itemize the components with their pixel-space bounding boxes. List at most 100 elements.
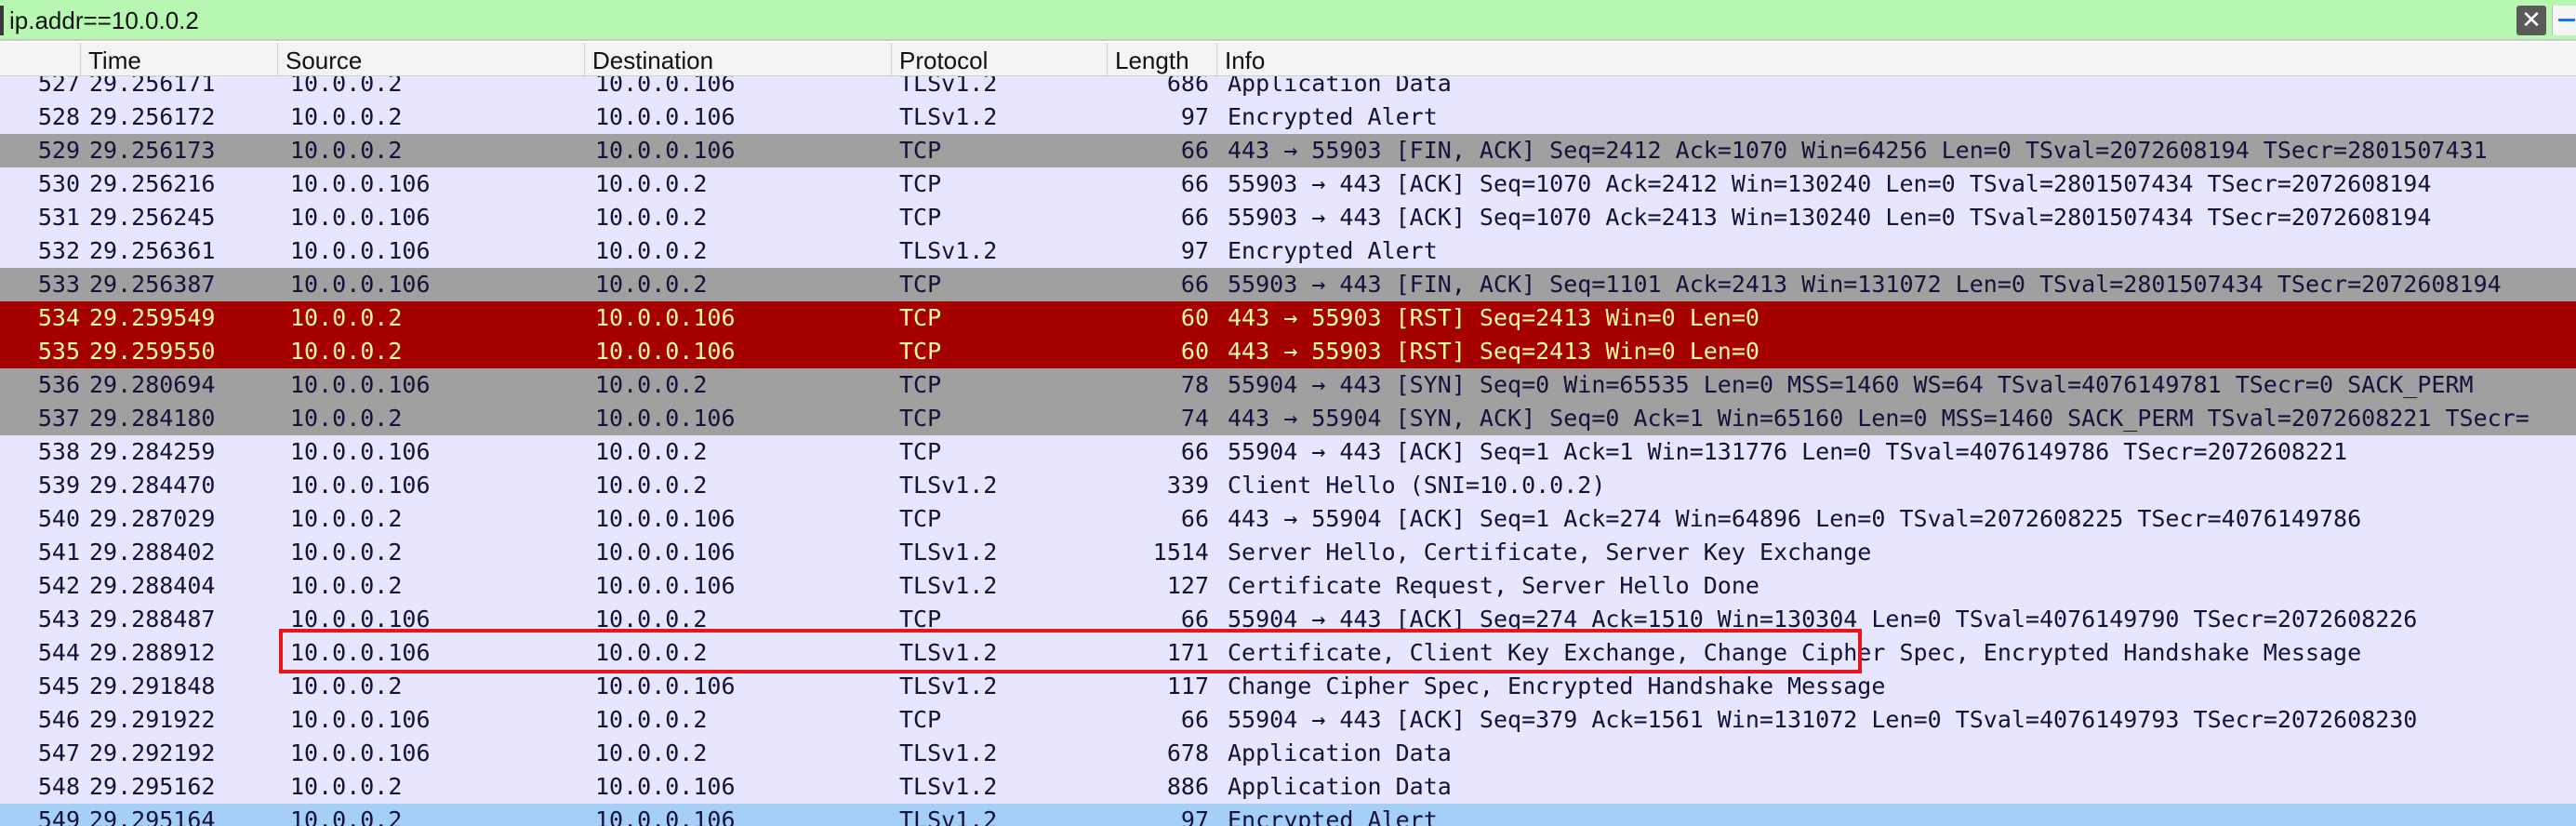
packet-row[interactable]: 535 29.259550 10.0.0.2 10.0.0.106 TCP 60 443 →… <box>0 335 2576 368</box>
packet-destination: 10.0.0.2 <box>595 170 708 197</box>
packet-destination: 10.0.0.2 <box>595 271 708 298</box>
packet-length: 127 <box>1166 572 1209 599</box>
packet-info: 443 → 55904 [SYN, ACK] Seq=0 Ack=1 Win=6… <box>1228 405 2530 432</box>
packet-row[interactable]: 532 29.256361 10.0.0.106 10.0.0.2 TLSv1.2 97 E… <box>0 234 2576 268</box>
packet-row[interactable]: 538 29.284259 10.0.0.106 10.0.0.2 TCP 66 55904… <box>0 435 2576 469</box>
packet-row[interactable]: 540 29.287029 10.0.0.2 10.0.0.106 TCP 66 443 →… <box>0 502 2576 536</box>
packet-row[interactable]: 547 29.292192 10.0.0.106 10.0.0.2 TLSv1.2 678… <box>0 737 2576 770</box>
packet-info: Application Data <box>1228 76 1452 97</box>
packet-destination: 10.0.0.2 <box>595 237 708 264</box>
packet-destination: 10.0.0.106 <box>595 76 736 97</box>
packet-number: 527 <box>37 76 80 97</box>
packet-info: Change Cipher Spec, Encrypted Handshake … <box>1228 673 1886 699</box>
packet-row[interactable]: 548 29.295162 10.0.0.2 10.0.0.106 TLSv1.2 886… <box>0 770 2576 804</box>
display-filter-bar: ✕ <box>0 0 2576 41</box>
packet-source: 10.0.0.2 <box>290 539 403 566</box>
packet-protocol: TCP <box>899 304 942 331</box>
packet-info: 55904 → 443 [ACK] Seq=274 Ack=1510 Win=1… <box>1228 606 2418 633</box>
packet-list[interactable]: 527 29.256171 10.0.0.2 10.0.0.106 TLSv1.2 686… <box>0 76 2576 826</box>
packet-row[interactable]: 549 29.295164 10.0.0.2 10.0.0.106 TLSv1.2 97 E… <box>0 804 2576 826</box>
packet-protocol: TCP <box>899 170 942 197</box>
packet-time: 29.280694 <box>89 371 216 398</box>
packet-source: 10.0.0.106 <box>290 371 431 398</box>
packet-time: 29.288404 <box>89 572 216 599</box>
packet-row[interactable]: 527 29.256171 10.0.0.2 10.0.0.106 TLSv1.2 686… <box>0 76 2576 100</box>
packet-time: 29.256387 <box>89 271 216 298</box>
packet-protocol: TLSv1.2 <box>899 806 998 826</box>
packet-length: 66 <box>1180 170 1209 197</box>
packet-row[interactable]: 543 29.288487 10.0.0.106 10.0.0.2 TCP 66 55904… <box>0 603 2576 636</box>
packet-number: 532 <box>37 237 80 264</box>
packet-info: Application Data <box>1228 773 1452 800</box>
packet-destination: 10.0.0.106 <box>595 304 736 331</box>
column-header-no[interactable] <box>0 43 80 76</box>
packet-length: 97 <box>1180 237 1209 264</box>
packet-source: 10.0.0.2 <box>290 137 403 164</box>
packet-source: 10.0.0.106 <box>290 438 431 465</box>
packet-rows: 527 29.256171 10.0.0.2 10.0.0.106 TLSv1.2 686… <box>0 76 2576 826</box>
packet-info: 443 → 55903 [RST] Seq=2413 Win=0 Len=0 <box>1228 338 1759 365</box>
packet-info: Encrypted Alert <box>1228 806 1438 826</box>
packet-protocol: TCP <box>899 338 942 365</box>
packet-length: 97 <box>1180 806 1209 826</box>
column-header-protocol[interactable]: Protocol <box>891 43 1107 76</box>
packet-time: 29.256173 <box>89 137 216 164</box>
packet-row[interactable]: 536 29.280694 10.0.0.106 10.0.0.2 TCP 78 55904… <box>0 368 2576 402</box>
packet-protocol: TLSv1.2 <box>899 639 998 666</box>
column-header-time[interactable]: Time <box>80 43 277 76</box>
packet-time: 29.288487 <box>89 606 216 633</box>
column-header-destination[interactable]: Destination <box>584 43 891 76</box>
packet-row[interactable]: 533 29.256387 10.0.0.106 10.0.0.2 TCP 66 55903… <box>0 268 2576 301</box>
packet-source: 10.0.0.2 <box>290 505 403 532</box>
packet-time: 29.284259 <box>89 438 216 465</box>
column-header-info[interactable]: Info <box>1216 43 2576 76</box>
packet-info: 443 → 55903 [FIN, ACK] Seq=2412 Ack=1070… <box>1228 137 2488 164</box>
packet-row[interactable]: 544 29.288912 10.0.0.106 10.0.0.2 TLSv1.2 171… <box>0 636 2576 670</box>
packet-row[interactable]: 537 29.284180 10.0.0.2 10.0.0.106 TCP 74 443 →… <box>0 402 2576 435</box>
packet-length: 66 <box>1180 271 1209 298</box>
packet-number: 540 <box>37 505 80 532</box>
packet-number: 530 <box>37 170 80 197</box>
packet-destination: 10.0.0.106 <box>595 539 736 566</box>
packet-protocol: TCP <box>899 438 942 465</box>
packet-row[interactable]: 528 29.256172 10.0.0.2 10.0.0.106 TLSv1.2 97 E… <box>0 100 2576 134</box>
column-header-source[interactable]: Source <box>277 43 584 76</box>
packet-length: 686 <box>1166 76 1209 97</box>
packet-destination: 10.0.0.106 <box>595 338 736 365</box>
packet-info: 55903 → 443 [ACK] Seq=1070 Ack=2413 Win=… <box>1228 204 2432 231</box>
packet-row[interactable]: 529 29.256173 10.0.0.2 10.0.0.106 TCP 66 443 →… <box>0 134 2576 167</box>
packet-row[interactable]: 534 29.259549 10.0.0.2 10.0.0.106 TCP 60 443 →… <box>0 301 2576 335</box>
packet-length: 66 <box>1180 706 1209 733</box>
packet-destination: 10.0.0.106 <box>595 405 736 432</box>
packet-info: Certificate Request, Server Hello Done <box>1228 572 1759 599</box>
packet-number: 543 <box>37 606 80 633</box>
packet-info: 55904 → 443 [ACK] Seq=1 Ack=1 Win=131776… <box>1228 438 2348 465</box>
packet-number: 549 <box>37 806 80 826</box>
display-filter-input[interactable] <box>9 0 2502 41</box>
packet-protocol: TCP <box>899 137 942 164</box>
packet-time: 29.287029 <box>89 505 216 532</box>
packet-row[interactable]: 539 29.284470 10.0.0.106 10.0.0.2 TLSv1.2 339… <box>0 469 2576 502</box>
packet-row[interactable]: 531 29.256245 10.0.0.106 10.0.0.2 TCP 66 55903… <box>0 201 2576 234</box>
packet-source: 10.0.0.2 <box>290 773 403 800</box>
packet-protocol: TLSv1.2 <box>899 739 998 766</box>
packet-length: 171 <box>1166 639 1209 666</box>
column-header-length[interactable]: Length <box>1107 43 1216 76</box>
packet-row[interactable]: 542 29.288404 10.0.0.2 10.0.0.106 TLSv1.2 127… <box>0 569 2576 603</box>
packet-info: 443 → 55903 [RST] Seq=2413 Win=0 Len=0 <box>1228 304 1759 331</box>
packet-info: 55904 → 443 [SYN] Seq=0 Win=65535 Len=0 … <box>1228 371 2474 398</box>
packet-row[interactable]: 530 29.256216 10.0.0.106 10.0.0.2 TCP 66 55903… <box>0 167 2576 201</box>
packet-time: 29.284470 <box>89 472 216 499</box>
packet-row[interactable]: 545 29.291848 10.0.0.2 10.0.0.106 TLSv1.2 117… <box>0 670 2576 703</box>
packet-row[interactable]: 541 29.288402 10.0.0.2 10.0.0.106 TLSv1.2 151… <box>0 536 2576 569</box>
apply-filter-icon[interactable] <box>2552 6 2576 35</box>
packet-destination: 10.0.0.106 <box>595 137 736 164</box>
filter-bookmark-icon[interactable] <box>0 6 4 35</box>
packet-info: Encrypted Alert <box>1228 237 1438 264</box>
packet-time: 29.295162 <box>89 773 216 800</box>
clear-filter-icon[interactable]: ✕ <box>2516 6 2546 35</box>
packet-length: 117 <box>1166 673 1209 699</box>
packet-number: 528 <box>37 103 80 130</box>
packet-length: 886 <box>1166 773 1209 800</box>
packet-row[interactable]: 546 29.291922 10.0.0.106 10.0.0.2 TCP 66 55904… <box>0 703 2576 737</box>
